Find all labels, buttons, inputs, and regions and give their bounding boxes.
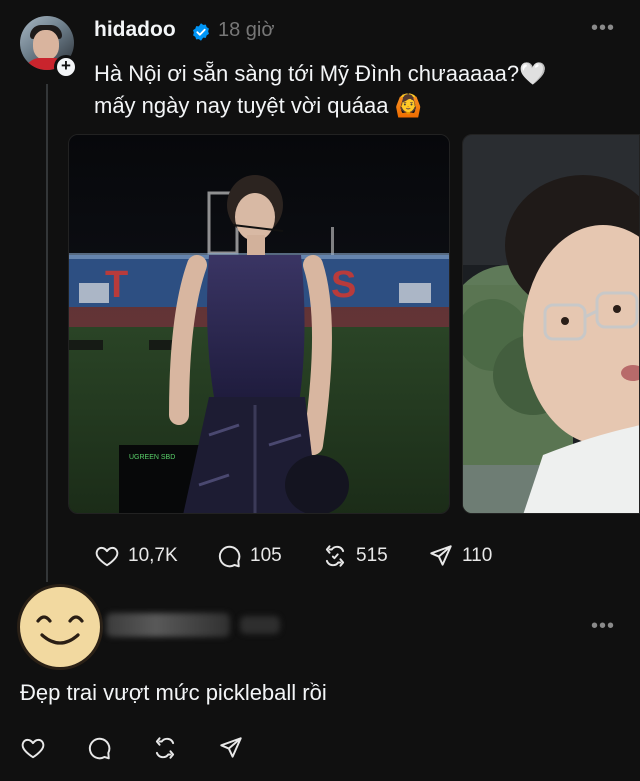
like-button[interactable]: 10,7K	[94, 540, 178, 572]
reply-share-button[interactable]	[218, 732, 244, 764]
repost-icon	[155, 737, 175, 759]
svg-text:S: S	[331, 264, 356, 306]
comment-icon	[218, 545, 241, 568]
comment-count: 105	[250, 545, 282, 566]
thread-connector-line	[46, 84, 48, 582]
avatar-face	[33, 30, 59, 60]
reply-like-button[interactable]	[20, 732, 46, 764]
reply-text: Đẹp trai vượt mức pickleball rồi	[20, 680, 327, 705]
reply-timestamp-blurred	[240, 616, 280, 634]
thread-post: + hidadoo 18 giờ ••• Hà Nội ơi sẵn sàng …	[0, 0, 640, 585]
repost-button[interactable]: 515	[322, 540, 388, 572]
repost-icon	[325, 545, 345, 567]
reply-comment-button[interactable]	[86, 732, 112, 764]
smiley-face-icon	[36, 615, 84, 645]
follow-plus-icon[interactable]: +	[54, 55, 78, 79]
post-timestamp: 18 giờ	[218, 19, 275, 41]
reply-more-options-button[interactable]: •••	[588, 616, 618, 642]
reply-avatar[interactable]	[17, 584, 103, 670]
comment-button[interactable]: 105	[216, 540, 282, 572]
caption-line: mấy ngày nay tuyệt vời quáaa 🙆	[94, 93, 422, 118]
send-icon	[220, 737, 242, 758]
verified-badge-icon	[193, 23, 209, 41]
more-options-button[interactable]: •••	[588, 18, 618, 44]
reply-username-blurred[interactable]	[106, 613, 230, 637]
post-photo-stadium[interactable]: T S UGREEN SBD	[68, 134, 450, 514]
share-count: 110	[462, 545, 493, 566]
selfie-photo	[463, 135, 639, 513]
post-actions: 10,7K 105 515 110	[94, 540, 614, 572]
reply-repost-button[interactable]	[152, 732, 178, 764]
stage-screen-text: UGREEN SBD	[129, 454, 175, 461]
author-username[interactable]: hidadoo	[94, 18, 176, 42]
share-button[interactable]: 110	[428, 540, 492, 572]
heart-icon	[21, 738, 45, 759]
stadium-photo: T S UGREEN SBD	[69, 135, 449, 513]
heart-icon	[95, 546, 119, 567]
caption-line: Hà Nội ơi sẵn sàng tới Mỹ Đình chưaaaaa?…	[94, 61, 547, 86]
post-caption: Hà Nội ơi sẵn sàng tới Mỹ Đình chưaaaaa?…	[94, 58, 624, 122]
repost-count: 515	[356, 545, 388, 566]
reply-actions	[20, 732, 260, 762]
comment-icon	[88, 737, 111, 760]
send-icon	[430, 545, 452, 566]
post-photo-selfie[interactable]	[462, 134, 640, 514]
like-count: 10,7K	[128, 545, 178, 566]
